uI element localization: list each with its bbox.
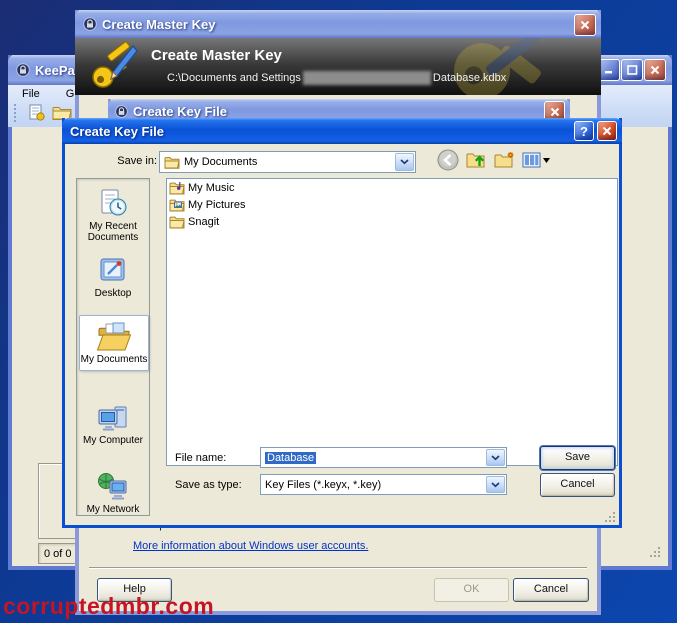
save-as-type-label: Save as type: [175,479,242,491]
save-as-type-combobox[interactable]: Key Files (*.keyx, *.key) [260,474,507,495]
divider [89,567,587,569]
save-in-label: Save in: [117,155,157,167]
places-bar: My Recent Documents Desktop My Documents… [76,178,150,516]
list-item[interactable]: My Music [167,179,617,196]
help-icon[interactable]: ? [574,121,594,141]
banner-path-prefix: C:\Documents and Settings [167,72,301,84]
window-resize-grip[interactable] [650,547,662,559]
dialog-resize-grip[interactable] [605,512,617,524]
save-dialog-titlebar[interactable]: Create Key File ? [62,118,622,144]
list-item[interactable]: Snagit [167,213,617,230]
dialog-lock-icon [115,104,128,118]
master-key-titlebar[interactable]: Create Master Key [75,10,601,38]
chevron-down-icon[interactable] [395,153,414,171]
folder-icon [164,156,180,169]
dialog-lock-icon [83,17,97,31]
banner-heading: Create Master Key [151,47,282,64]
file-list[interactable]: My Music My Pictures Snagit [166,178,618,466]
save-dialog-title: Create Key File [70,123,164,139]
cancel-button[interactable]: Cancel [540,473,615,497]
menu-file[interactable]: File [18,87,44,101]
redacted-username-blur [302,71,431,85]
maximize-button[interactable] [621,59,643,81]
back-icon[interactable] [437,149,459,171]
place-my-recent-documents[interactable]: My Recent Documents [80,187,146,243]
dialog-toolbar [437,149,550,171]
up-one-level-icon[interactable] [466,151,487,169]
close-icon[interactable] [574,14,596,36]
file-name-label: File name: [175,452,227,464]
banner-path-suffix: Database.kdbx [432,72,507,84]
place-my-computer[interactable]: My Computer [80,403,146,446]
ok-button[interactable]: OK [434,578,509,602]
create-key-file-save-dialog: Create Key File ? Save in: My Documents [62,118,622,528]
my-computer-icon [98,406,127,431]
save-in-value: My Documents [184,156,258,168]
place-desktop[interactable]: Desktop [80,256,146,299]
cancel-button[interactable]: Cancel [513,578,589,602]
watermark-text: corruptedmbr.com [3,593,215,619]
close-icon[interactable] [644,59,666,81]
my-music-folder-icon [169,181,185,194]
new-folder-icon[interactable] [494,151,515,169]
master-key-title: Create Master Key [102,16,216,32]
toolbar-drag-handle[interactable] [14,103,19,122]
file-name-value: Database [265,451,317,464]
save-button[interactable]: Save [540,446,615,470]
new-database-icon[interactable] [27,103,46,122]
folder-icon [169,216,185,228]
banner-path: C:\Documents and Settings Database.kdbx [167,71,506,85]
master-key-banner: Create Master Key C:\Documents and Setti… [75,38,601,95]
save-as-type-value: Key Files (*.keyx, *.key) [265,478,382,491]
my-network-icon [98,473,127,500]
caret-down-icon [543,157,550,163]
desktop-icon [100,258,125,281]
keepass-lock-icon [16,63,30,77]
chevron-down-icon[interactable] [486,476,505,493]
key-pen-icon [89,41,141,95]
recent-documents-icon [101,189,127,216]
place-my-documents[interactable]: My Documents [79,315,149,371]
my-documents-icon [96,322,132,351]
key-file-back-title: Create Key File [133,103,227,119]
save-in-combobox[interactable]: My Documents [159,151,416,173]
file-name-combobox[interactable]: Database [260,447,507,468]
windows-accounts-link[interactable]: More information about Windows user acco… [133,540,368,552]
my-pictures-folder-icon [169,199,185,211]
place-my-network[interactable]: My Network [80,472,146,515]
list-item[interactable]: My Pictures [167,196,617,213]
views-menu-icon[interactable] [522,152,550,168]
desktop: KeePas File Gro 0 of 0 sele [0,0,677,623]
minimize-button[interactable] [598,59,620,81]
faded-key-art [427,38,576,95]
close-icon[interactable] [597,121,617,141]
chevron-down-icon[interactable] [486,449,505,466]
